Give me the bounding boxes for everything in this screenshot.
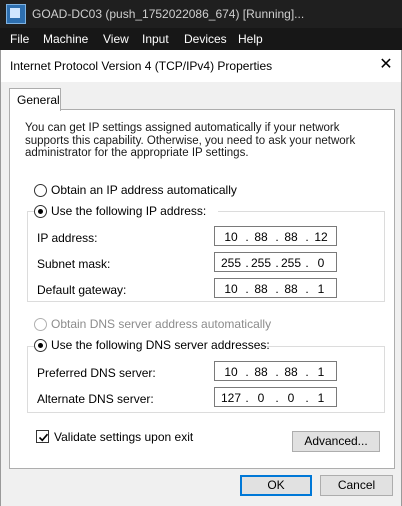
obtain-dns-auto-radio[interactable] (34, 318, 47, 331)
menu-help[interactable]: Help (238, 32, 263, 46)
gw-octet-2: 88 (254, 282, 268, 296)
use-following-ip-label: Use the following IP address: (51, 204, 207, 218)
mask-octet-4: 0 (317, 256, 325, 270)
tab-general[interactable]: General (9, 88, 61, 111)
ip-octet-2: 88 (254, 230, 268, 244)
ip-octet-3: 88 (284, 230, 298, 244)
close-icon[interactable]: ✕ (371, 50, 401, 82)
menu-view[interactable]: View (103, 32, 129, 46)
intro-text: You can get IP settings assigned automat… (25, 122, 356, 159)
use-following-dns-radio[interactable] (34, 339, 47, 352)
dialog-title: Internet Protocol Version 4 (TCP/IPv4) P… (10, 59, 273, 73)
obtain-ip-auto-radio[interactable] (34, 184, 47, 197)
menu-devices[interactable]: Devices (184, 32, 227, 46)
vm-title-bar: GOAD-DC03 (push_1752022086_674) [Running… (0, 0, 402, 28)
gw-octet-3: 88 (284, 282, 298, 296)
ip-octet-4: 12 (314, 230, 328, 244)
general-tab-panel: You can get IP settings assigned automat… (9, 109, 395, 469)
advanced-button[interactable]: Advanced... (292, 431, 380, 452)
mask-octet-3: 255 (280, 256, 302, 270)
ip-address-label: IP address: (37, 231, 98, 245)
vm-menu-bar: File Machine View Input Devices Help (0, 28, 402, 50)
tab-general-label: General (17, 93, 60, 107)
validate-settings-label: Validate settings upon exit (54, 430, 194, 444)
preferred-dns-input[interactable]: 10 . 88 . 88 . 1 (214, 361, 337, 381)
pdns-octet-4: 1 (317, 365, 325, 379)
alternate-dns-input[interactable]: 127 . 0 . 0 . 1 (214, 387, 337, 407)
pdns-octet-1: 10 (224, 365, 238, 379)
adns-octet-1: 127 (220, 391, 242, 405)
menu-input[interactable]: Input (142, 32, 169, 46)
alternate-dns-label: Alternate DNS server: (37, 392, 154, 406)
validate-settings-checkbox[interactable] (36, 430, 49, 443)
dns-server-group: Preferred DNS server: 10 . 88 . 88 . 1 A… (27, 346, 385, 413)
use-following-ip-option[interactable]: Use the following IP address: (34, 204, 218, 220)
ip-octet-1: 10 (224, 230, 238, 244)
default-gateway-label: Default gateway: (37, 283, 127, 297)
obtain-ip-auto-label: Obtain an IP address automatically (51, 183, 237, 197)
subnet-mask-label: Subnet mask: (37, 257, 111, 271)
use-following-ip-radio[interactable] (34, 205, 47, 218)
preferred-dns-label: Preferred DNS server: (37, 366, 156, 380)
subnet-mask-input[interactable]: 255 . 255 . 255 . 0 (214, 252, 337, 272)
ip-address-input[interactable]: 10 . 88 . 88 . 12 (214, 226, 337, 246)
checkmark-icon (38, 433, 49, 442)
menu-machine[interactable]: Machine (43, 32, 88, 46)
pdns-octet-2: 88 (254, 365, 268, 379)
gw-octet-1: 10 (224, 282, 238, 296)
ipv4-properties-dialog: Internet Protocol Version 4 (TCP/IPv4) P… (0, 50, 402, 506)
menu-file[interactable]: File (10, 32, 29, 46)
mask-octet-2: 255 (250, 256, 272, 270)
ok-button[interactable]: OK (240, 475, 312, 496)
default-gateway-input[interactable]: 10 . 88 . 88 . 1 (214, 278, 337, 298)
use-following-dns-label: Use the following DNS server addresses: (51, 338, 270, 352)
gw-octet-4: 1 (317, 282, 325, 296)
obtain-dns-auto-label: Obtain DNS server address automatically (51, 317, 272, 331)
pdns-octet-3: 88 (284, 365, 298, 379)
use-following-dns-option[interactable]: Use the following DNS server addresses: (34, 338, 270, 354)
virtualbox-icon (6, 4, 26, 24)
ip-address-group: IP address: 10 . 88 . 88 . 12 Subnet mas… (27, 211, 385, 302)
adns-octet-4: 1 (317, 391, 325, 405)
dialog-title-bar: Internet Protocol Version 4 (TCP/IPv4) P… (1, 50, 401, 82)
vm-window-title: GOAD-DC03 (push_1752022086_674) [Running… (32, 7, 305, 21)
adns-octet-2: 0 (257, 391, 265, 405)
adns-octet-3: 0 (287, 391, 295, 405)
cancel-button[interactable]: Cancel (320, 475, 393, 496)
mask-octet-1: 255 (220, 256, 242, 270)
